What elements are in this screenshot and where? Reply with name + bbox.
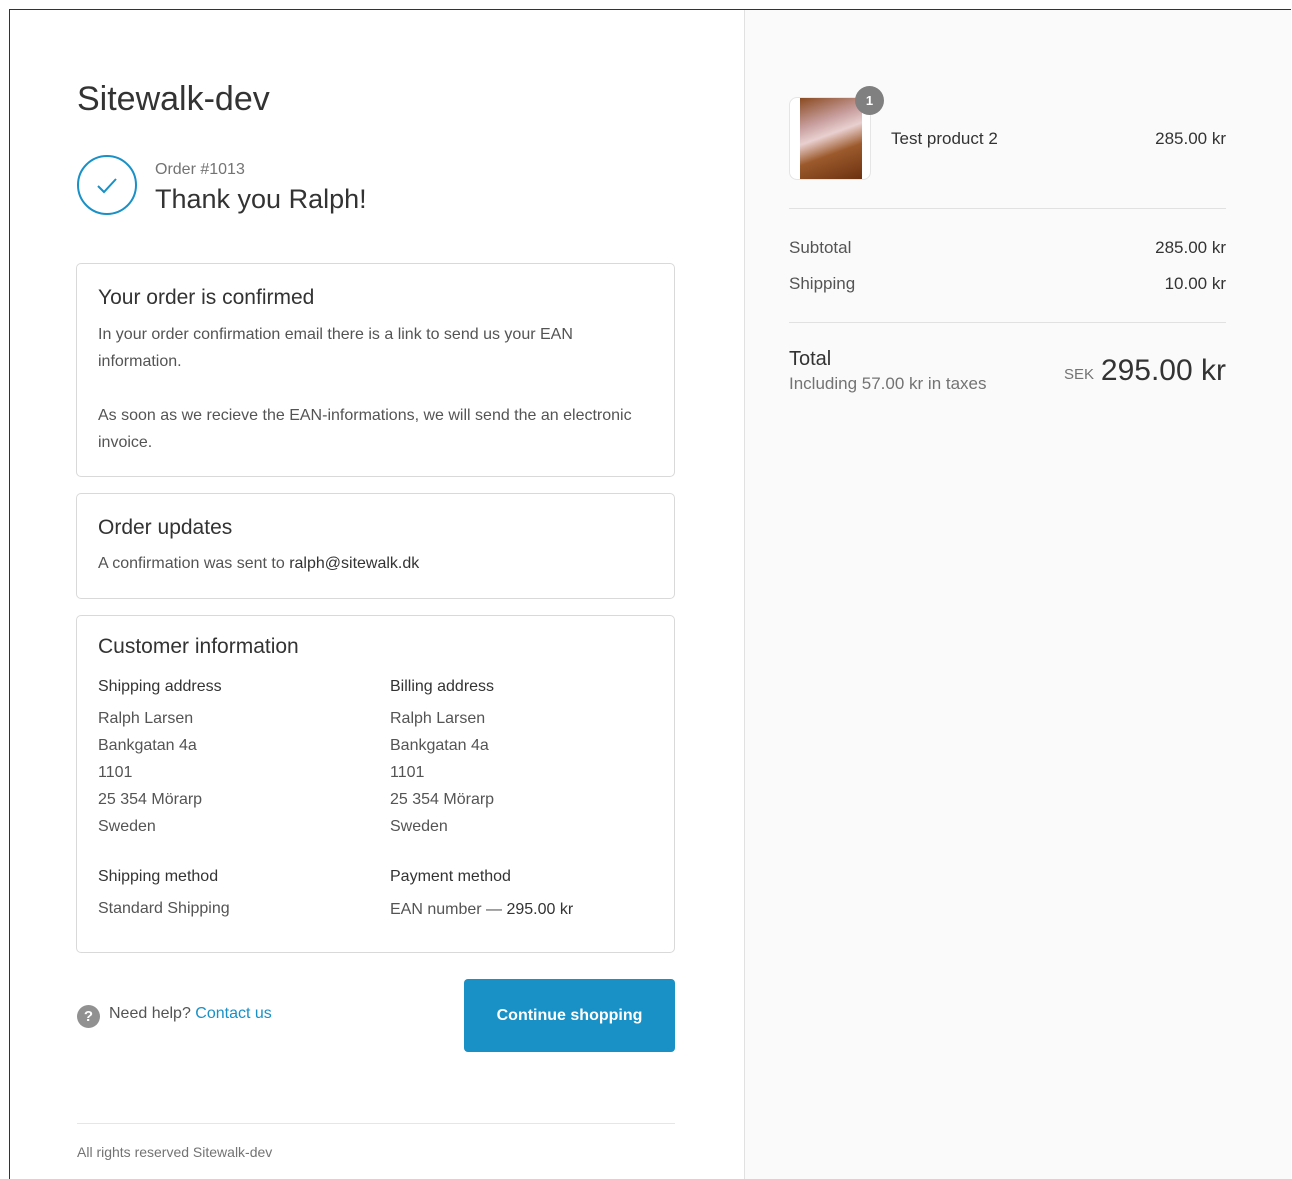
help-label: Need help? xyxy=(109,1005,191,1022)
payment-method-name: EAN number — xyxy=(390,901,507,918)
order-confirmed-section: Your order is confirmed In your order co… xyxy=(76,263,675,477)
address-line: 25 354 Mörarp xyxy=(98,791,203,808)
shipping-method-label: Shipping method xyxy=(98,868,219,885)
continue-shopping-button[interactable]: Continue shopping xyxy=(464,979,675,1052)
updates-text: A confirmation was sent to ralph@sitewal… xyxy=(98,550,653,577)
address-line: Sweden xyxy=(390,818,448,835)
summary-divider xyxy=(789,208,1226,209)
currency-code: SEK xyxy=(1064,366,1095,383)
checkmark-icon xyxy=(77,155,137,215)
billing-address-block: Billing address Ralph Larsen Bankgatan 4… xyxy=(390,678,660,835)
store-name: Sitewalk-dev xyxy=(77,80,270,118)
address-line: Ralph Larsen xyxy=(390,710,486,727)
subtotal-value: 285.00 kr xyxy=(1155,238,1226,257)
updates-prefix: A confirmation was sent to xyxy=(98,555,290,572)
shipping-label: Shipping xyxy=(789,274,856,293)
shipping-value: 10.00 kr xyxy=(1164,274,1226,293)
address-line: Bankgatan 4a xyxy=(390,737,489,754)
tax-note: Including 57.00 kr in taxes xyxy=(789,374,987,393)
help-text: Need help? Contact us xyxy=(109,1005,272,1023)
payment-amount: 295.00 kr xyxy=(506,901,574,918)
product-price: 285.00 kr xyxy=(1155,129,1226,148)
address-line: 1101 xyxy=(390,764,425,781)
shipping-address-block: Shipping address Ralph Larsen Bankgatan … xyxy=(98,678,368,835)
quantity-badge: 1 xyxy=(855,86,884,115)
billing-address-label: Billing address xyxy=(390,678,495,695)
address-line: Ralph Larsen xyxy=(98,710,194,727)
product-image xyxy=(800,98,862,179)
section-title: Order updates xyxy=(98,516,233,539)
payment-method-label: Payment method xyxy=(390,868,511,885)
invoice-text: As soon as we recieve the EAN-informatio… xyxy=(98,407,632,451)
contact-us-link[interactable]: Contact us xyxy=(195,1005,271,1022)
shipping-method-value: Standard Shipping xyxy=(98,900,230,917)
address-line: Sweden xyxy=(98,818,156,835)
thank-you-heading: Thank you Ralph! xyxy=(155,184,367,214)
order-summary-sidebar xyxy=(744,10,1291,1179)
summary-divider xyxy=(789,322,1226,323)
total-amount: 295.00 kr xyxy=(1100,354,1226,387)
subtotal-label: Subtotal xyxy=(789,238,852,257)
payment-method-block: Payment method EAN number — 295.00 kr xyxy=(390,868,660,918)
section-title: Your order is confirmed xyxy=(98,286,315,309)
footer-text: All rights reserved Sitewalk-dev xyxy=(77,1144,273,1160)
help-icon: ? xyxy=(77,1005,100,1028)
payment-method-value: EAN number — 295.00 kr xyxy=(390,901,573,919)
total-label: Total xyxy=(789,348,832,370)
customer-information-section: Customer information Shipping address Ra… xyxy=(76,615,675,953)
address-line: 25 354 Mörarp xyxy=(390,791,495,808)
section-title: Customer information xyxy=(98,635,299,658)
shipping-method-block: Shipping method Standard Shipping xyxy=(98,868,368,917)
shipping-address-label: Shipping address xyxy=(98,678,222,695)
footer-divider xyxy=(77,1123,675,1124)
customer-email: ralph@sitewalk.dk xyxy=(289,555,420,572)
order-number: Order #1013 xyxy=(155,161,245,178)
product-name: Test product 2 xyxy=(891,129,998,148)
confirmation-text: In your order confirmation email there i… xyxy=(98,326,573,370)
address-line: Bankgatan 4a xyxy=(98,737,197,754)
order-updates-section: Order updates A confirmation was sent to… xyxy=(76,493,675,599)
address-line: 1101 xyxy=(98,764,133,781)
